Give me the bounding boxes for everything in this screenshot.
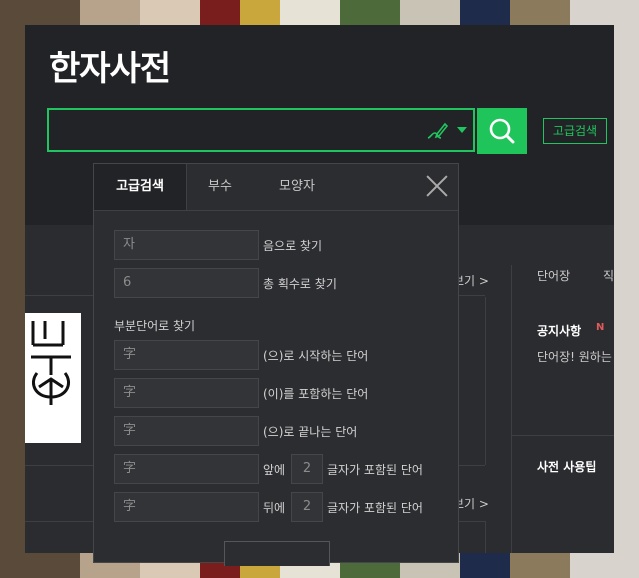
partial-word-title: 부분단어로 찾기 (114, 319, 196, 333)
divider (485, 297, 486, 465)
divider (485, 521, 486, 553)
before-prefix: 앞에 (263, 463, 286, 477)
after-input[interactable]: 字 (114, 492, 259, 522)
search-icon (489, 118, 515, 144)
ends-with-label: (으)로 끝나는 단어 (263, 425, 358, 439)
handwriting-icon[interactable] (425, 120, 449, 142)
after-prefix: 뒤에 (263, 501, 286, 515)
popup-tabbar: 고급검색 부수 모양자 (94, 164, 458, 211)
search-box (47, 108, 475, 152)
tab-advanced[interactable]: 고급검색 (94, 164, 187, 210)
search-button[interactable] (477, 108, 527, 154)
advanced-search-popup: 고급검색 부수 모양자 자 음으로 찾기 6 총 획수로 찾기 부분단어로 찾기… (93, 163, 459, 566)
divider (511, 265, 512, 553)
close-icon[interactable] (426, 175, 448, 197)
before-input[interactable]: 字 (114, 454, 259, 484)
notice-text[interactable]: 단어장! 원하는 (537, 348, 612, 365)
tab-wordbook[interactable]: 단어장 (537, 267, 570, 284)
reading-input[interactable]: 자 (114, 230, 259, 260)
ends-with-input[interactable]: 字 (114, 416, 259, 446)
after-count-input[interactable]: 2 (291, 492, 323, 522)
search-input[interactable] (57, 118, 421, 146)
chevron-down-icon[interactable] (457, 127, 467, 133)
site-logo[interactable]: 한자사전 (49, 41, 171, 90)
search-submit-button[interactable] (224, 541, 330, 566)
starts-with-label: (으)로 시작하는 단어 (263, 349, 369, 363)
stroke-label: 총 획수로 찾기 (263, 277, 337, 291)
contains-label: (이)를 포함하는 단어 (263, 387, 369, 401)
before-count-input[interactable]: 2 (291, 454, 323, 484)
tab-partial[interactable]: 직 (603, 267, 614, 284)
contains-input[interactable]: 字 (114, 378, 259, 408)
reading-label: 음으로 찾기 (263, 239, 323, 253)
stroke-input[interactable]: 6 (114, 268, 259, 298)
tab-shape[interactable]: 모양자 (254, 164, 340, 210)
after-suffix: 글자가 포함된 단어 (327, 501, 423, 515)
tab-radical[interactable]: 부수 (186, 164, 254, 210)
new-badge: N (596, 322, 605, 333)
tips-title[interactable]: 사전 사용팁 (537, 458, 596, 475)
before-suffix: 글자가 포함된 단어 (327, 463, 423, 477)
seal-script-image (25, 313, 81, 443)
divider (511, 435, 614, 436)
starts-with-input[interactable]: 字 (114, 340, 259, 370)
notice-title[interactable]: 공지사항 (537, 322, 581, 339)
advanced-search-button[interactable]: 고급검색 (543, 118, 607, 144)
